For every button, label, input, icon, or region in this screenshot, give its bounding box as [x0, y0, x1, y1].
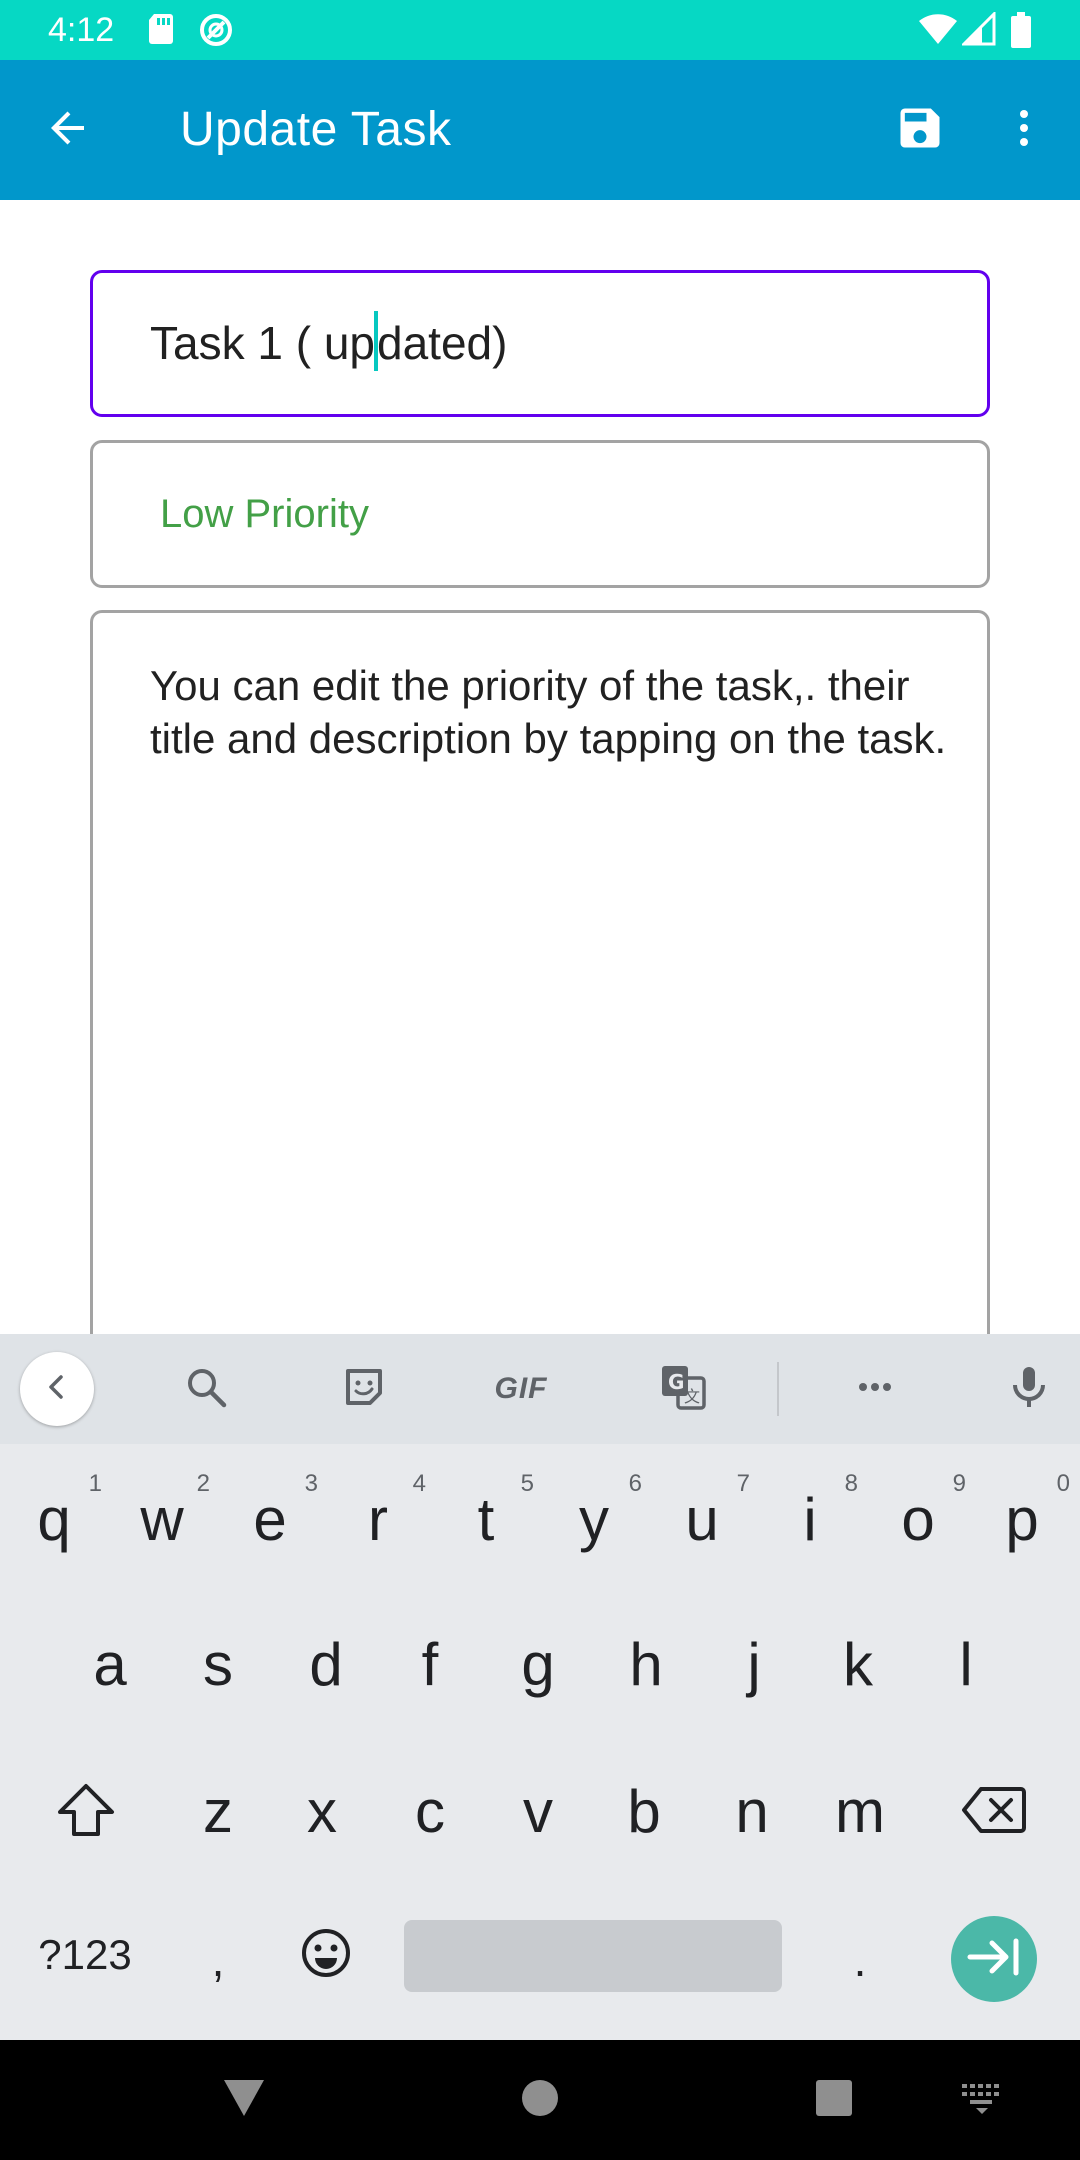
key-h[interactable]: h: [594, 1605, 698, 1725]
key-q[interactable]: q1: [2, 1460, 106, 1580]
do-not-disturb-icon: [198, 12, 234, 53]
key-e[interactable]: e3: [218, 1460, 322, 1580]
nav-home-button[interactable]: [508, 2068, 572, 2132]
status-time: 4:12: [48, 11, 115, 49]
key-i[interactable]: i8: [758, 1460, 862, 1580]
key-n[interactable]: n: [700, 1752, 804, 1872]
keyboard-switch-icon: [958, 2080, 1006, 2121]
priority-selector[interactable]: Low Priority: [90, 440, 990, 588]
shift-icon: [56, 1782, 116, 1843]
mic-icon: [1005, 1363, 1053, 1416]
recents-square-icon: [812, 2076, 856, 2125]
toolbar-divider: [777, 1362, 779, 1416]
emoji-icon: [299, 1926, 353, 1985]
key-c[interactable]: c: [378, 1752, 482, 1872]
gif-button[interactable]: GIF: [488, 1356, 554, 1422]
more-vert-icon: [1000, 104, 1048, 157]
save-button[interactable]: [884, 94, 956, 166]
translate-button[interactable]: G文: [650, 1356, 716, 1422]
key-u[interactable]: u7: [650, 1460, 754, 1580]
key-z[interactable]: z: [166, 1752, 270, 1872]
voice-input-button[interactable]: [996, 1356, 1062, 1422]
more-horiz-icon: [851, 1363, 899, 1416]
keyboard-toolbar: GIF G文: [0, 1334, 1080, 1444]
key-l[interactable]: l: [914, 1605, 1018, 1725]
svg-text:G: G: [668, 1370, 684, 1394]
nav-keyboard-switch-button[interactable]: [950, 2068, 1014, 2132]
priority-value: Low Priority: [160, 492, 369, 536]
chevron-left-icon: [39, 1369, 75, 1410]
task-title-value: Task 1 ( updated): [150, 273, 507, 414]
key-s[interactable]: s: [166, 1605, 270, 1725]
shift-key[interactable]: [34, 1752, 138, 1872]
back-button[interactable]: [32, 94, 104, 166]
key-g[interactable]: g: [486, 1605, 590, 1725]
key-f[interactable]: f: [378, 1605, 482, 1725]
svg-text:文: 文: [684, 1387, 700, 1406]
gif-icon: GIF: [494, 1372, 548, 1405]
period-key[interactable]: .: [808, 1900, 912, 2020]
nav-back-button[interactable]: [212, 2068, 276, 2132]
enter-key[interactable]: [951, 1916, 1037, 2002]
key-o[interactable]: o9: [866, 1460, 970, 1580]
task-description-input[interactable]: You can edit the priority of the task,. …: [90, 610, 990, 1350]
key-v[interactable]: v: [486, 1752, 590, 1872]
translate-icon: G文: [658, 1362, 708, 1417]
status-bar: 4:12: [0, 0, 1080, 60]
emoji-key[interactable]: [274, 1900, 378, 2010]
sticker-icon: [340, 1363, 388, 1416]
comma-key[interactable]: ,: [166, 1900, 270, 2020]
signal-icon: [960, 10, 996, 51]
nav-recents-button[interactable]: [802, 2068, 866, 2132]
key-r[interactable]: r4: [326, 1460, 430, 1580]
backspace-key[interactable]: [942, 1752, 1046, 1872]
key-w[interactable]: w2: [110, 1460, 214, 1580]
key-y[interactable]: y6: [542, 1460, 646, 1580]
system-navigation-bar: [0, 2040, 1080, 2160]
keyboard-search-button[interactable]: [173, 1356, 239, 1422]
key-p[interactable]: p0: [970, 1460, 1074, 1580]
task-description-value: You can edit the priority of the task,. …: [150, 662, 947, 762]
back-triangle-icon: [220, 2076, 268, 2125]
symbols-key[interactable]: ?123: [16, 1900, 154, 2010]
key-x[interactable]: x: [270, 1752, 374, 1872]
sticker-button[interactable]: [331, 1356, 397, 1422]
page-title: Update Task: [180, 103, 452, 156]
battery-icon: [1010, 12, 1032, 53]
key-j[interactable]: j: [702, 1605, 806, 1725]
sd-card-icon: [146, 12, 176, 51]
task-title-input[interactable]: Task 1 ( updated): [90, 270, 990, 417]
backspace-icon: [961, 1785, 1027, 1840]
keyboard-collapse-button[interactable]: [20, 1352, 94, 1426]
space-key[interactable]: [404, 1920, 782, 1992]
save-icon: [894, 102, 946, 159]
key-m[interactable]: m: [808, 1752, 912, 1872]
more-options-button[interactable]: [842, 1356, 908, 1422]
key-d[interactable]: d: [274, 1605, 378, 1725]
arrow-back-icon: [44, 104, 92, 157]
home-circle-icon: [518, 2076, 562, 2125]
overflow-menu-button[interactable]: [988, 94, 1060, 166]
key-k[interactable]: k: [806, 1605, 910, 1725]
key-b[interactable]: b: [592, 1752, 696, 1872]
app-bar: Update Task: [0, 60, 1080, 200]
wifi-icon: [918, 12, 958, 51]
next-field-icon: [966, 1935, 1022, 1984]
key-t[interactable]: t5: [434, 1460, 538, 1580]
search-icon: [182, 1363, 230, 1416]
key-a[interactable]: a: [58, 1605, 162, 1725]
